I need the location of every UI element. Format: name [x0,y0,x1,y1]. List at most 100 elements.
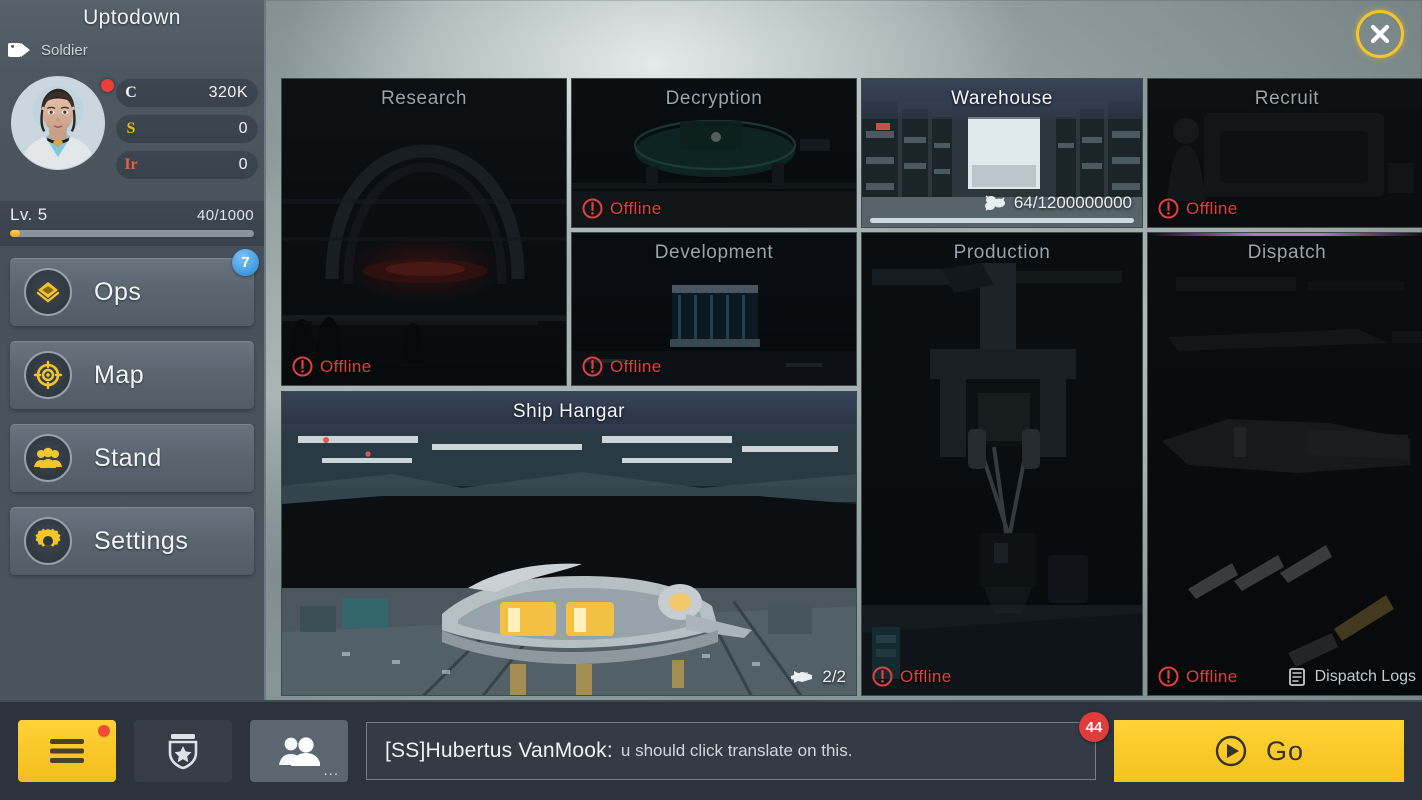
sidebar-item-label: Settings [94,526,189,555]
player-profile: C 320K S 0 Ir 0 [0,72,264,200]
level-xp: 40/1000 [196,207,254,224]
ship-hangar-capacity: 2/2 [790,667,846,687]
resource-list: C 320K S 0 Ir 0 [116,78,258,186]
facility-status: Offline [1158,198,1238,219]
sidebar-item-map[interactable]: Map [10,341,254,409]
menu-notification-dot [98,725,110,737]
go-button[interactable]: Go [1114,720,1404,782]
alert-icon [292,356,313,377]
facility-card-production[interactable]: Production Offline [861,232,1143,696]
level-label: Lv. 5 [10,205,48,224]
facility-title: Dispatch [1247,242,1327,263]
avatar-wrap[interactable] [11,76,114,170]
sidebar-item-ops[interactable]: Ops 7 [10,249,259,326]
facility-title: Recruit [1254,88,1320,109]
facility-card-ship-hangar[interactable]: Ship Hangar 2/2 [281,391,857,696]
rank-button[interactable] [134,720,232,782]
research-scrim [282,79,566,385]
facility-status: Offline [582,198,662,219]
facility-title: Development [654,242,774,263]
facility-status: Offline [582,356,662,377]
warehouse-count: 64/1200000000 [1013,193,1132,212]
status-label: Offline [1186,198,1238,218]
resource-symbol: Ir [124,155,138,173]
status-label: Offline [320,356,372,376]
warehouse-capacity-fill [870,218,1134,223]
resource-value: 320K [208,83,248,101]
level-progress-fill [10,230,20,237]
logs-icon [1288,668,1305,686]
sidebar-item-settings[interactable]: Settings [10,507,254,575]
facility-card-warehouse[interactable]: Warehouse 64/1200000000 [861,78,1143,228]
resource-row[interactable]: Ir 0 [116,150,258,179]
ship-hangar-count: 2/2 [822,667,846,686]
chat-author: [SS]Hubertus VanMook: [385,739,613,762]
facility-title: Production [953,242,1051,263]
level-panel: Lv. 5 40/1000 [0,200,264,246]
dispatch-accent-bar [1148,233,1422,236]
people-icon [24,434,72,482]
facility-title: Decryption [665,88,763,109]
facility-status: Offline [292,356,372,377]
dispatch-logs-button[interactable]: Dispatch Logs [1287,667,1416,687]
resource-row[interactable]: S 0 [116,114,258,143]
status-label: Offline [610,198,662,218]
resource-value: 0 [238,119,248,137]
target-icon [24,351,72,399]
chat-message: u should click translate on this. [620,741,853,760]
facility-title: Research [380,88,468,109]
status-label: Offline [1186,666,1238,686]
avatar-notification-dot [101,79,114,92]
close-button[interactable] [1356,10,1404,58]
resource-symbol: S [126,119,136,137]
alert-icon [1158,666,1179,687]
player-name: Uptodown [83,6,181,29]
production-scrim [862,233,1142,695]
social-button[interactable]: ... [250,720,348,782]
tag-icon [8,43,30,57]
sidebar-item-stand[interactable]: Stand [10,424,254,492]
status-label: Offline [900,666,952,686]
chat-wrap: [SS]Hubertus VanMook: u should click tra… [366,712,1109,780]
facility-card-research[interactable]: Research Offline [281,78,567,386]
dispatch-logs-label: Dispatch Logs [1314,668,1416,685]
avatar-portrait-icon [12,77,104,169]
main-menu-button[interactable] [18,720,116,782]
facility-card-recruit[interactable]: Recruit Offline [1147,78,1422,228]
facility-card-dispatch[interactable]: Dispatch Offline Dispatch Logs [1147,232,1422,696]
avatar[interactable] [11,76,105,170]
rank-tag: Soldier [8,40,88,60]
go-button-label: Go [1265,735,1305,766]
alert-icon [872,666,893,687]
facility-status: Offline [1158,666,1238,687]
alert-icon [582,356,603,377]
facility-title: Warehouse [951,88,1053,109]
cargo-icon [984,195,1005,211]
social-more-label: ... [323,762,339,779]
facility-grid: Research Offline Decryption Offline Deve… [281,78,1422,696]
facility-card-decryption[interactable]: Decryption Offline [571,78,857,228]
shield-star-icon [168,734,198,770]
sidebar: Uptodown Soldier C 320K S 0 Ir 0 Lv. 5 4… [0,0,266,700]
gear-icon [24,517,72,565]
alert-icon [1158,198,1179,219]
resource-symbol: C [125,83,137,101]
bottom-bar: ... [SS]Hubertus VanMook: u should click… [0,700,1422,800]
status-label: Offline [610,356,662,376]
level-progress-bar [10,230,254,237]
diamond-icon [24,268,72,316]
chat-bar[interactable]: [SS]Hubertus VanMook: u should click tra… [366,722,1096,780]
dispatch-scrim [1148,233,1422,695]
resource-row[interactable]: C 320K [116,78,258,107]
warehouse-capacity: 64/1200000000 [984,193,1132,213]
facility-card-development[interactable]: Development Offline [571,232,857,386]
warehouse-capacity-bar [870,218,1134,223]
rank-tag-label: Soldier [41,41,88,59]
ship-hangar-art [282,392,856,695]
sidebar-item-label: Ops [94,277,142,306]
hamburger-icon [50,739,84,763]
facility-title: Ship Hangar [512,401,626,422]
ops-badge: 7 [232,249,259,276]
sidebar-item-label: Stand [94,443,162,472]
ship-icon [791,671,813,683]
